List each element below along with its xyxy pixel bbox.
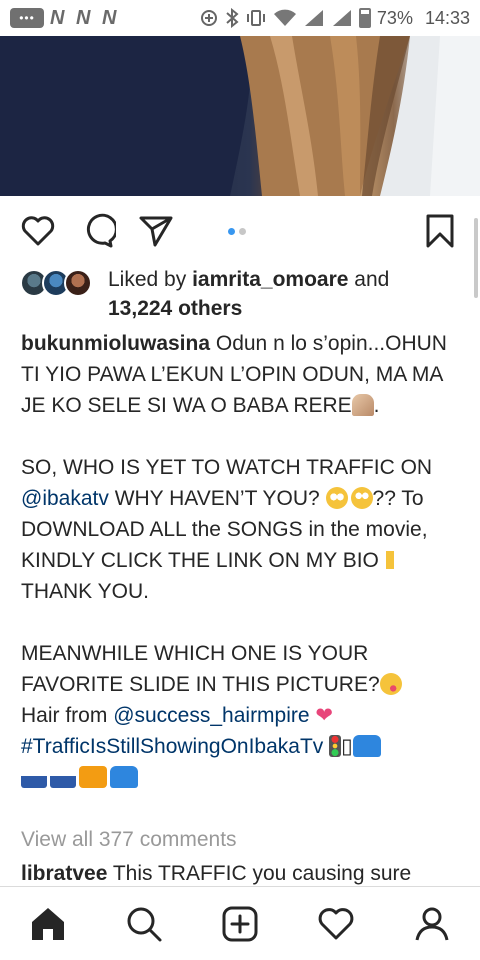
status-bar: ••• N N N 73% 14:33 [0, 0, 480, 36]
post-actions [0, 205, 480, 257]
liker-username[interactable]: iamrita_omoare [192, 268, 348, 291]
signal-icon [331, 8, 353, 28]
bluetooth-icon [225, 8, 239, 28]
paper-plane-icon [139, 216, 173, 247]
hashtag-link[interactable]: #TrafficIsStillShowingOnIbakaTv [21, 735, 323, 758]
missing-glyph: ▯ [341, 735, 353, 758]
flushed-face-icon [325, 487, 348, 509]
nav-new-post[interactable] [216, 900, 264, 948]
carousel-dot [239, 228, 246, 235]
post-caption: bukunmioluwasina Odun n lo s’opin...OHUN… [21, 328, 461, 793]
pointing-up-icon [378, 549, 401, 571]
n-icon: N [76, 6, 91, 29]
nav-activity[interactable] [312, 900, 360, 948]
caption-text: . [373, 394, 380, 417]
liker-avatars [20, 269, 100, 297]
likes-text: Liked by iamrita_omoare and 13,224 other… [108, 265, 458, 323]
share-button[interactable] [138, 213, 174, 249]
home-icon [32, 907, 64, 940]
search-icon [127, 907, 162, 941]
n-icon: N [50, 6, 65, 29]
caption-text: SO, WHO IS YET TO WATCH TRAFFIC ON [21, 456, 438, 479]
likes-section[interactable]: Liked by iamrita_omoare and 13,224 other… [20, 265, 460, 323]
battery-percentage: 73% [376, 7, 413, 28]
n-icon: N [102, 6, 117, 29]
comment-icon [86, 213, 116, 248]
likes-and: and [348, 268, 390, 291]
nav-search[interactable] [120, 900, 168, 948]
mention-link[interactable]: @ibakatv [21, 487, 109, 510]
heart-emoji-icon: ❤ [315, 704, 334, 727]
heart-icon [21, 216, 55, 246]
traffic-light-icon [329, 735, 342, 757]
eye-roll-face-icon [350, 487, 373, 509]
signal-icon [303, 8, 325, 28]
data-saver-icon [199, 8, 219, 28]
wifi-icon [273, 8, 297, 28]
police-car-icon [21, 766, 47, 788]
comment-text: This TRAFFIC you causing sure [107, 862, 412, 885]
profile-icon [415, 907, 449, 940]
caption-username[interactable]: bukunmioluwasina [21, 332, 210, 355]
likes-count[interactable]: 13,224 others [108, 297, 242, 320]
vibrate-icon [245, 8, 267, 28]
caption-text: Hair from [21, 704, 114, 727]
post-photo[interactable] [0, 36, 480, 196]
heart-icon [318, 907, 354, 939]
add-post-icon [222, 906, 258, 941]
battery-icon [358, 8, 371, 28]
caption-text: WHY HAVEN’T YOU? [108, 487, 326, 510]
messages-icon: ••• [10, 8, 44, 28]
truck-icon [79, 766, 107, 788]
caption-text: MEANWHILE WHICH ONE IS YOUR FAVORITE SLI… [21, 642, 380, 696]
nav-profile[interactable] [408, 900, 456, 948]
police-car-icon [50, 766, 76, 788]
yum-face-icon [379, 673, 402, 695]
view-all-comments[interactable]: View all 377 comments [21, 828, 237, 852]
praying-hands-icon [351, 394, 374, 416]
carousel-indicator [228, 228, 246, 235]
bookmark-icon [426, 214, 454, 248]
likes-prefix: Liked by [108, 268, 193, 291]
avatar [64, 269, 92, 297]
comment-button[interactable] [80, 213, 116, 249]
clock: 14:33 [424, 7, 470, 28]
scrollbar[interactable] [474, 218, 478, 298]
nav-home[interactable] [24, 900, 72, 948]
bottom-navigation [0, 886, 480, 960]
like-button[interactable] [20, 213, 56, 249]
car-icon [352, 735, 381, 757]
carousel-dot-active [228, 228, 235, 235]
save-button[interactable] [422, 213, 458, 249]
car-icon [110, 766, 138, 788]
mention-link[interactable]: @success_hairmpire [113, 704, 309, 727]
comment-username[interactable]: libratvee [21, 862, 107, 885]
